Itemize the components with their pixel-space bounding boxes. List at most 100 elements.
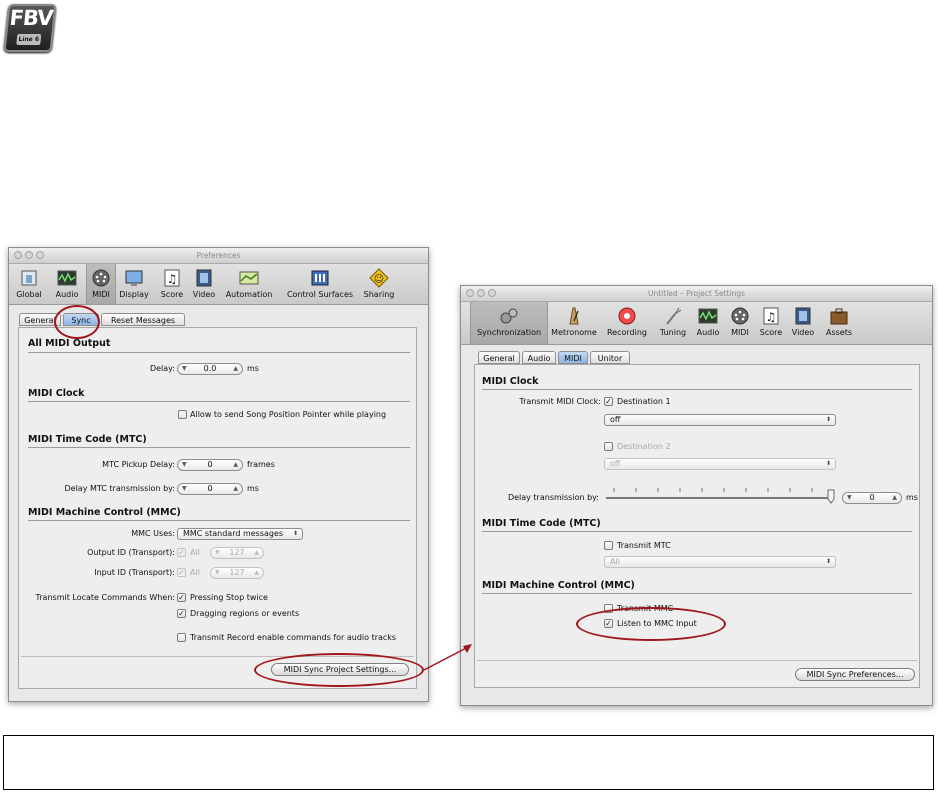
divider bbox=[28, 447, 410, 448]
toolbar-item-automation[interactable]: Automation bbox=[223, 264, 275, 304]
destination-2-popup[interactable]: off ⬍ bbox=[604, 458, 836, 470]
popup-arrows-icon: ⬍ bbox=[825, 416, 831, 423]
close-window-button[interactable] bbox=[466, 289, 474, 297]
fbv-logo: FBV Line 6 bbox=[3, 4, 57, 52]
mtc-pickup-stepper[interactable]: ▼ 0 ▲ bbox=[177, 459, 243, 471]
transmit-mmc-label: Transmit MMC bbox=[617, 604, 674, 613]
toolbar-label: Tuning bbox=[659, 328, 687, 337]
mmc-uses-label: MMC Uses: bbox=[131, 529, 175, 538]
transmit-mtc-checkbox[interactable] bbox=[604, 541, 613, 550]
delay-transmission-slider[interactable] bbox=[604, 486, 836, 504]
toolbar-item-synchronization[interactable]: Synchronization bbox=[470, 302, 548, 344]
toolbar-item-metronome[interactable]: Metronome bbox=[549, 302, 599, 342]
listen-mmc-input-label: Listen to MMC Input bbox=[617, 619, 697, 628]
increment-icon[interactable]: ▲ bbox=[233, 484, 238, 494]
increment-icon[interactable]: ▲ bbox=[254, 548, 259, 558]
destination-1-popup[interactable]: off ⬍ bbox=[604, 414, 836, 426]
mmc-uses-value: MMC standard messages bbox=[183, 529, 284, 538]
toolbar-item-video[interactable]: Video bbox=[190, 264, 218, 304]
input-id-label: Input ID (Transport): bbox=[94, 568, 175, 577]
toolbar-item-display[interactable]: Display bbox=[117, 264, 151, 304]
spp-checkbox[interactable] bbox=[178, 410, 187, 419]
increment-icon[interactable]: ▲ bbox=[254, 568, 259, 578]
project-settings-title: Untitled – Project Settings bbox=[648, 289, 745, 298]
mtc-destination-popup[interactable]: All ⬍ bbox=[604, 556, 836, 568]
toolbar-label: Score bbox=[759, 328, 783, 337]
tab-midi[interactable]: MIDI bbox=[558, 351, 588, 364]
toolbar-label: Recording bbox=[606, 328, 647, 337]
delay-stepper[interactable]: ▼ 0.0 ▲ bbox=[177, 363, 243, 375]
preferences-tabs: General Sync Reset Messages bbox=[19, 313, 279, 327]
minimize-window-button[interactable] bbox=[477, 289, 485, 297]
popup-arrows-icon: ⬍ bbox=[292, 530, 298, 537]
tab-audio[interactable]: Audio bbox=[522, 351, 556, 364]
dragging-checkbox[interactable] bbox=[177, 609, 186, 618]
decrement-icon[interactable]: ▼ bbox=[215, 568, 220, 578]
decrement-icon[interactable]: ▼ bbox=[182, 484, 187, 494]
increment-icon[interactable]: ▲ bbox=[892, 493, 897, 503]
decrement-icon[interactable]: ▼ bbox=[847, 493, 852, 503]
dragging-label: Dragging regions or events bbox=[190, 609, 300, 618]
recording-icon bbox=[618, 307, 636, 325]
toolbar-item-audio[interactable]: Audio bbox=[694, 302, 722, 342]
toolbar-label: Display bbox=[119, 290, 149, 299]
midi-sync-preferences-button[interactable]: MIDI Sync Preferences... bbox=[795, 668, 915, 681]
output-id-stepper[interactable]: ▼ 127 ▲ bbox=[210, 547, 264, 559]
toolbar-item-sharing[interactable]: ☺ Sharing bbox=[361, 264, 397, 304]
divider bbox=[482, 531, 912, 532]
tab-unitor[interactable]: Unitor bbox=[590, 351, 630, 364]
tab-general[interactable]: General bbox=[478, 351, 520, 364]
toolbar-label: Sharing bbox=[363, 290, 395, 299]
input-id-all-checkbox[interactable] bbox=[177, 568, 186, 577]
close-window-button[interactable] bbox=[14, 251, 22, 259]
decrement-icon[interactable]: ▼ bbox=[182, 460, 187, 470]
audio-icon bbox=[57, 270, 77, 286]
increment-icon[interactable]: ▲ bbox=[233, 364, 238, 374]
zoom-window-button[interactable] bbox=[36, 251, 44, 259]
tab-general[interactable]: General bbox=[19, 313, 61, 326]
tab-reset-messages[interactable]: Reset Messages bbox=[101, 313, 185, 326]
listen-mmc-input-checkbox[interactable] bbox=[604, 619, 613, 628]
input-id-value: 127 bbox=[229, 568, 245, 577]
toolbar-item-video[interactable]: Video bbox=[789, 302, 817, 342]
toolbar-label: Global bbox=[16, 290, 42, 299]
destination-1-value: off bbox=[610, 415, 621, 424]
midi-sync-project-settings-button[interactable]: MIDI Sync Project Settings... bbox=[271, 663, 409, 676]
record-enable-checkbox[interactable] bbox=[177, 633, 186, 642]
toolbar-item-tuning[interactable]: Tuning bbox=[657, 302, 689, 342]
toolbar-item-recording[interactable]: Recording bbox=[604, 302, 650, 342]
toolbar-label: Video bbox=[791, 328, 815, 337]
decrement-icon[interactable]: ▼ bbox=[182, 364, 187, 374]
delay-unit: ms bbox=[247, 364, 259, 373]
minimize-window-button[interactable] bbox=[25, 251, 33, 259]
toolbar-item-score[interactable]: ♫ Score bbox=[757, 302, 785, 342]
mtc-destination-value: All bbox=[610, 557, 620, 566]
tab-sync[interactable]: Sync bbox=[63, 313, 99, 326]
toolbar-item-assets[interactable]: Assets bbox=[822, 302, 856, 342]
delay-mtc-value: 0 bbox=[207, 484, 213, 493]
transmit-mmc-checkbox[interactable] bbox=[604, 604, 613, 613]
input-id-stepper[interactable]: ▼ 127 ▲ bbox=[210, 567, 264, 579]
midi-icon bbox=[92, 269, 110, 287]
toolbar-item-control-surfaces[interactable]: Control Surfaces bbox=[281, 264, 359, 304]
global-icon bbox=[21, 270, 37, 286]
delay-mtc-stepper[interactable]: ▼ 0 ▲ bbox=[177, 483, 243, 495]
toolbar-item-audio[interactable]: Audio bbox=[52, 264, 82, 304]
decrement-icon[interactable]: ▼ bbox=[215, 548, 220, 558]
destination-1-checkbox[interactable] bbox=[604, 397, 613, 406]
destination-2-checkbox[interactable] bbox=[604, 442, 613, 451]
delay-transmission-stepper[interactable]: ▼ 0 ▲ bbox=[842, 492, 902, 504]
preferences-titlebar: Preferences bbox=[9, 248, 428, 264]
delay-mtc-label: Delay MTC transmission by: bbox=[64, 484, 175, 493]
output-id-all-checkbox[interactable] bbox=[177, 548, 186, 557]
increment-icon[interactable]: ▲ bbox=[233, 460, 238, 470]
mmc-uses-popup[interactable]: MMC standard messages ⬍ bbox=[177, 528, 303, 540]
preferences-toolbar: Global Audio MIDI Display ♫ Score Video … bbox=[9, 264, 428, 305]
toolbar-item-global[interactable]: Global bbox=[14, 264, 44, 304]
spp-label: Allow to send Song Position Pointer whil… bbox=[190, 410, 387, 419]
toolbar-item-midi[interactable]: MIDI bbox=[86, 264, 116, 304]
toolbar-item-midi[interactable]: MIDI bbox=[727, 302, 753, 342]
zoom-window-button[interactable] bbox=[488, 289, 496, 297]
pressing-stop-checkbox[interactable] bbox=[177, 593, 186, 602]
toolbar-item-score[interactable]: ♫ Score bbox=[158, 264, 186, 304]
